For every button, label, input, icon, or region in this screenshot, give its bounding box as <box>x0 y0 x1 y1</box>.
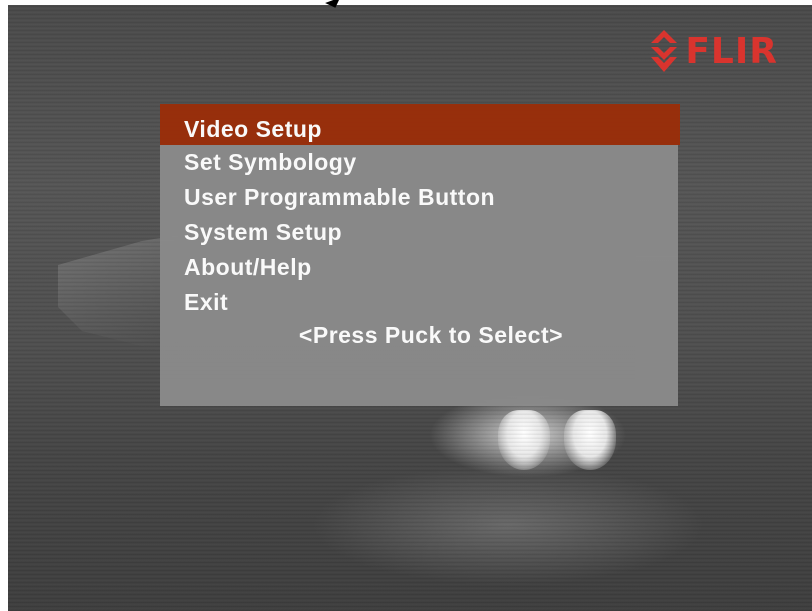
thermal-display: FLIR Video Setup Set Symbology User Prog… <box>0 0 812 611</box>
menu-hint-text: <Press Puck to Select> <box>298 322 564 348</box>
logo-text: FLIR <box>685 30 778 72</box>
menu-item-exit[interactable]: Exit <box>160 285 678 320</box>
flir-logo-mark-icon <box>651 30 678 72</box>
menu-item-system-setup[interactable]: System Setup <box>160 215 678 250</box>
menu-item-set-symbology[interactable]: Set Symbology <box>160 145 678 180</box>
menu-item-user-programmable-button[interactable]: User Programmable Button <box>160 180 678 215</box>
hot-spot-right <box>564 410 616 470</box>
flir-logo: FLIR <box>649 28 778 74</box>
main-menu: Video Setup Set Symbology User Programma… <box>160 104 680 406</box>
hot-spot-left <box>498 410 550 470</box>
menu-item-about-help[interactable]: About/Help <box>160 250 678 285</box>
menu-item-video-setup[interactable]: Video Setup <box>160 104 680 145</box>
